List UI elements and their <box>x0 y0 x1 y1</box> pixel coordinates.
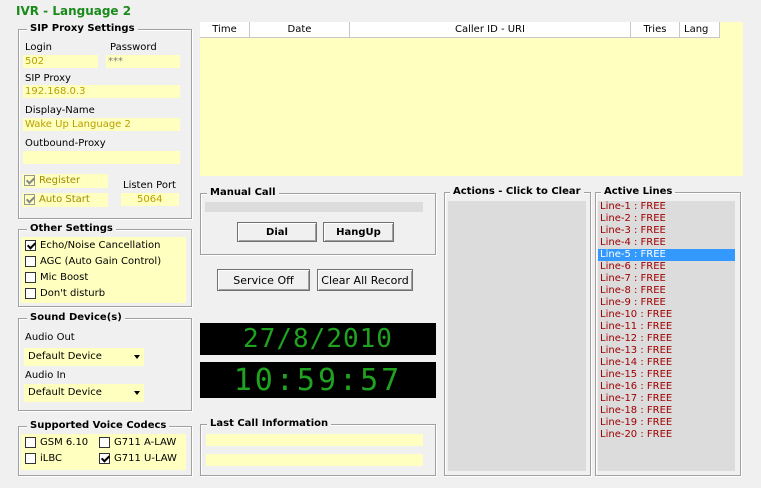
register-label: Register <box>39 175 81 186</box>
echo-noise-check-icon <box>25 240 36 251</box>
dont-disturb-checkbox[interactable]: Don't disturb <box>25 288 105 299</box>
col-tries[interactable]: Tries <box>631 22 680 38</box>
active-line-item[interactable]: Line-5 : FREE <box>598 249 735 261</box>
active-line-item[interactable]: Line-9 : FREE <box>598 297 735 309</box>
last-call-title: Last Call Information <box>207 418 332 429</box>
login-field[interactable]: 502 <box>23 55 98 68</box>
gsm-check-icon <box>25 437 36 448</box>
register-check-icon <box>24 175 35 186</box>
gsm-label: GSM 6.10 <box>40 437 89 448</box>
audio-in-label: Audio In <box>25 370 66 381</box>
ulaw-check-icon <box>99 453 110 464</box>
dial-button[interactable]: Dial <box>237 222 317 242</box>
gsm-checkbox[interactable]: GSM 6.10 <box>25 437 88 448</box>
active-line-item[interactable]: Line-3 : FREE <box>598 225 735 237</box>
actions-list[interactable] <box>448 201 586 471</box>
manual-call-title: Manual Call <box>207 187 279 198</box>
display-name-label: Display-Name <box>25 105 95 116</box>
active-line-item[interactable]: Line-16 : FREE <box>598 381 735 393</box>
agc-check-icon <box>25 256 36 267</box>
audio-in-select[interactable]: Default Device <box>24 384 144 402</box>
display-name-field[interactable]: Wake Up Language 2 <box>23 118 180 131</box>
alaw-check-icon <box>99 437 110 448</box>
audio-out-label: Audio Out <box>25 332 75 343</box>
active-line-item[interactable]: Line-4 : FREE <box>598 237 735 249</box>
col-time[interactable]: Time <box>200 22 250 38</box>
sound-devices-title: Sound Device(s) <box>27 312 125 323</box>
ilbc-check-icon <box>25 453 36 464</box>
col-date[interactable]: Date <box>250 22 350 38</box>
audio-out-select[interactable]: Default Device <box>24 348 144 366</box>
active-line-item[interactable]: Line-17 : FREE <box>598 393 735 405</box>
other-settings-title: Other Settings <box>27 223 116 234</box>
window-title: IVR - Language 2 <box>16 4 132 18</box>
active-line-item[interactable]: Line-2 : FREE <box>598 213 735 225</box>
mic-boost-checkbox[interactable]: Mic Boost <box>25 272 88 283</box>
hangup-button[interactable]: HangUp <box>323 222 394 242</box>
mic-boost-check-icon <box>25 272 36 283</box>
sip-proxy-field[interactable]: 192.168.0.3 <box>23 85 180 98</box>
active-line-item[interactable]: Line-11 : FREE <box>598 321 735 333</box>
ilbc-label: iLBC <box>40 453 63 464</box>
dont-disturb-label: Don't disturb <box>40 288 106 299</box>
call-log-table[interactable]: Time Date Caller ID - URI Tries Lang <box>200 22 743 176</box>
active-lines-title: Active Lines <box>601 186 676 197</box>
clear-all-record-button[interactable]: Clear All Record <box>317 269 413 291</box>
active-lines-list[interactable]: Line-1 : FREE Line-2 : FREE Line-3 : FREE L… <box>598 201 735 471</box>
date-display: 27/8/2010 <box>200 323 436 355</box>
ulaw-label: G711 U-LAW <box>114 453 177 464</box>
col-lang[interactable]: Lang <box>680 22 720 38</box>
active-line-item[interactable]: Line-18 : FREE <box>598 405 735 417</box>
active-line-item[interactable]: Line-10 : FREE <box>598 309 735 321</box>
ilbc-checkbox[interactable]: iLBC <box>25 453 62 464</box>
alaw-checkbox[interactable]: G711 A-LAW <box>99 437 176 448</box>
chevron-down-icon <box>134 391 140 395</box>
sip-proxy-label: SIP Proxy <box>25 73 71 84</box>
actions-title: Actions - Click to Clear <box>450 186 584 197</box>
last-call-line-1 <box>206 434 423 446</box>
active-line-item[interactable]: Line-6 : FREE <box>598 261 735 273</box>
last-call-group: Last Call Information <box>200 418 436 476</box>
alaw-label: G711 A-LAW <box>114 437 177 448</box>
listen-port-label: Listen Port <box>123 180 176 191</box>
audio-in-value: Default Device <box>28 387 102 398</box>
listen-port-field[interactable]: 5064 <box>121 193 179 206</box>
active-line-item[interactable]: Line-12 : FREE <box>598 333 735 345</box>
outbound-proxy-label: Outbound-Proxy <box>25 138 106 149</box>
active-line-item[interactable]: Line-15 : FREE <box>598 369 735 381</box>
outbound-proxy-field[interactable] <box>23 151 180 164</box>
col-caller-id[interactable]: Caller ID - URI <box>350 22 631 38</box>
password-label: Password <box>110 42 157 53</box>
agc-checkbox[interactable]: AGC (Auto Gain Control) <box>25 256 161 267</box>
active-line-item[interactable]: Line-8 : FREE <box>598 285 735 297</box>
dont-disturb-check-icon <box>25 288 36 299</box>
password-field[interactable]: *** <box>106 55 180 68</box>
ulaw-checkbox[interactable]: G711 U-LAW <box>99 453 177 464</box>
time-display: 10:59:57 <box>200 362 436 398</box>
auto-start-label: Auto Start <box>39 194 90 205</box>
echo-noise-checkbox[interactable]: Echo/Noise Cancellation <box>25 240 161 251</box>
audio-out-value: Default Device <box>28 351 102 362</box>
agc-label: AGC (Auto Gain Control) <box>40 256 162 267</box>
service-off-button[interactable]: Service Off <box>217 269 310 291</box>
mic-boost-label: Mic Boost <box>40 272 89 283</box>
active-line-item[interactable]: Line-14 : FREE <box>598 357 735 369</box>
active-line-item[interactable]: Line-7 : FREE <box>598 273 735 285</box>
active-line-item[interactable]: Line-13 : FREE <box>598 345 735 357</box>
auto-start-checkbox[interactable]: Auto Start <box>24 194 90 205</box>
auto-start-check-icon <box>24 194 35 205</box>
last-call-line-2 <box>206 454 423 466</box>
active-line-item[interactable]: Line-19 : FREE <box>598 417 735 429</box>
register-checkbox[interactable]: Register <box>24 175 80 186</box>
sip-proxy-title: SIP Proxy Settings <box>27 23 138 34</box>
login-label: Login <box>25 42 52 53</box>
manual-call-input[interactable] <box>205 202 423 212</box>
echo-noise-label: Echo/Noise Cancellation <box>40 240 161 251</box>
active-line-item[interactable]: Line-1 : FREE <box>598 201 735 213</box>
chevron-down-icon <box>134 355 140 359</box>
active-line-item[interactable]: Line-20 : FREE <box>598 429 735 441</box>
codecs-title: Supported Voice Codecs <box>27 420 170 431</box>
